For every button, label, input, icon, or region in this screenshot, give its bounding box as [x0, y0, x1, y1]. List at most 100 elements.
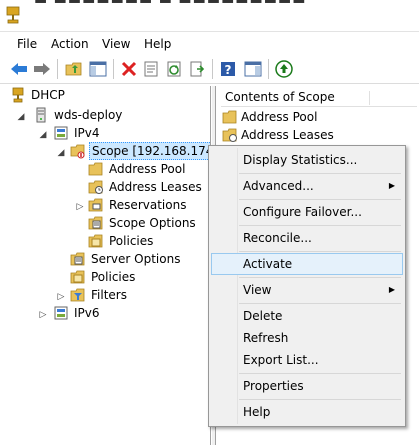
expander-ipv4-icon[interactable]: ◢ [38, 130, 48, 140]
menu-item-configure-failover[interactable]: Configure Failover... [211, 201, 403, 223]
list-item-label: Address Leases [241, 128, 334, 142]
forward-button[interactable] [31, 58, 53, 80]
submenu-arrow-icon: ▶ [388, 181, 395, 190]
properties-icon [144, 61, 158, 77]
tree-label-dhcp: DHCP [31, 88, 65, 102]
tree-node-policies[interactable]: Policies [70, 268, 137, 286]
menu-item-advanced[interactable]: Advanced... ▶ [211, 175, 403, 197]
ipv4-icon [54, 126, 68, 140]
show-hide-action-pane-button[interactable] [242, 58, 264, 80]
back-icon [11, 63, 27, 75]
menu-file[interactable]: File [17, 37, 37, 51]
delete-button[interactable] [118, 58, 140, 80]
expander-ipv6-icon[interactable]: ▷ [38, 310, 48, 320]
help-button[interactable]: ? [217, 58, 239, 80]
column-header-contents[interactable]: Contents of Scope [221, 89, 417, 107]
tree-node-reservations[interactable]: Reservations [88, 196, 188, 214]
window-title-bar: ▬ ▬▬▬▬▬▬▬ ▬ ▬▬▬▬▬▬▬▬▬ [0, 0, 419, 32]
server-icon [36, 107, 46, 123]
export-list-icon [190, 61, 205, 77]
column-header-label: Contents of Scope [225, 90, 335, 104]
show-action-pane-icon [244, 61, 262, 77]
menu-item-label: Export List... [243, 353, 319, 367]
menu-item-label: Help [243, 405, 271, 419]
menu-separator [239, 373, 401, 374]
tree-label-address-pool: Address Pool [109, 162, 186, 176]
tree-node-scope-policies[interactable]: Policies [88, 232, 155, 250]
activate-button[interactable] [273, 58, 295, 80]
menu-item-refresh[interactable]: Refresh [211, 327, 403, 349]
menu-item-export-list[interactable]: Export List... [211, 349, 403, 371]
menu-bar: File Action View Help [0, 33, 419, 55]
toolbar-separator [212, 59, 213, 79]
server-options-icon [70, 252, 85, 266]
menu-item-view[interactable]: View ▶ [211, 279, 403, 301]
forward-icon [34, 63, 50, 75]
toolbar-separator [113, 59, 114, 79]
filters-icon [70, 288, 85, 302]
toolbar-separator [268, 59, 269, 79]
tree-node-dhcp[interactable]: DHCP [10, 86, 67, 104]
back-button[interactable] [8, 58, 30, 80]
menu-item-label: Reconcile... [243, 231, 312, 245]
menu-separator [239, 173, 401, 174]
menu-item-label: Display Statistics... [243, 153, 358, 167]
menu-separator [239, 399, 401, 400]
menu-item-display-statistics[interactable]: Display Statistics... [211, 149, 403, 171]
menu-action[interactable]: Action [51, 37, 89, 51]
tree-node-address-leases[interactable]: Address Leases [88, 178, 204, 196]
scope-folder-icon [70, 144, 85, 159]
expander-filters-icon[interactable]: ▷ [56, 292, 66, 302]
list-item-label: Address Pool [241, 110, 318, 124]
menu-separator [239, 303, 401, 304]
menu-item-label: Delete [243, 309, 283, 323]
up-folder-icon [65, 62, 82, 76]
expander-reservations-icon[interactable]: ▷ [75, 202, 85, 212]
activate-icon [275, 60, 293, 78]
ipv6-icon [54, 306, 68, 320]
menu-separator [239, 225, 401, 226]
menu-item-activate[interactable]: Activate [211, 253, 403, 275]
tree-node-server-options[interactable]: Server Options [70, 250, 182, 268]
tree-node-ipv4[interactable]: IPv4 [53, 124, 102, 142]
tree-node-scope-options[interactable]: Scope Options [88, 214, 198, 232]
show-hide-console-tree-button[interactable] [87, 58, 109, 80]
tree-label-policies: Policies [91, 270, 136, 284]
refresh-button[interactable] [163, 58, 185, 80]
menu-view[interactable]: View [102, 37, 130, 51]
menu-item-label: Advanced... [243, 179, 314, 193]
toolbar-separator [57, 59, 58, 79]
menu-item-label: Refresh [243, 331, 289, 345]
toolbar: ? [0, 55, 419, 84]
menu-item-properties[interactable]: Properties [211, 375, 403, 397]
tree-label-server: wds-deploy [54, 108, 123, 122]
help-icon: ? [221, 62, 235, 77]
dhcp-app-icon [6, 6, 20, 24]
tree-label-server-options: Server Options [91, 252, 181, 266]
properties-button[interactable] [140, 58, 162, 80]
list-item[interactable]: Address Pool [222, 108, 317, 126]
menu-separator [239, 199, 401, 200]
dhcp-icon [12, 87, 24, 103]
menu-separator [239, 277, 401, 278]
tree-node-scope[interactable]: Scope [192.168.174.0] D [70, 142, 210, 160]
export-list-button[interactable] [186, 58, 208, 80]
up-one-level-button[interactable] [63, 58, 85, 80]
expander-scope-icon[interactable]: ◢ [56, 148, 66, 158]
menu-item-help[interactable]: Help [211, 401, 403, 423]
menu-item-reconcile[interactable]: Reconcile... [211, 227, 403, 249]
tree-node-server[interactable]: wds-deploy [33, 106, 124, 124]
reservations-icon [88, 198, 103, 212]
column-divider[interactable] [369, 91, 370, 105]
list-item[interactable]: Address Leases [222, 126, 334, 144]
menu-item-delete[interactable]: Delete [211, 305, 403, 327]
menu-help[interactable]: Help [144, 37, 171, 51]
address-leases-icon [88, 180, 103, 194]
tree-node-filters[interactable]: Filters [70, 286, 129, 304]
tree-label-ipv4: IPv4 [74, 126, 100, 140]
menu-item-label: Properties [243, 379, 304, 393]
tree-node-address-pool[interactable]: Address Pool [88, 160, 187, 178]
delete-icon [121, 61, 137, 77]
tree-node-ipv6[interactable]: IPv6 [53, 304, 102, 322]
expander-server-icon[interactable]: ◢ [16, 112, 26, 122]
